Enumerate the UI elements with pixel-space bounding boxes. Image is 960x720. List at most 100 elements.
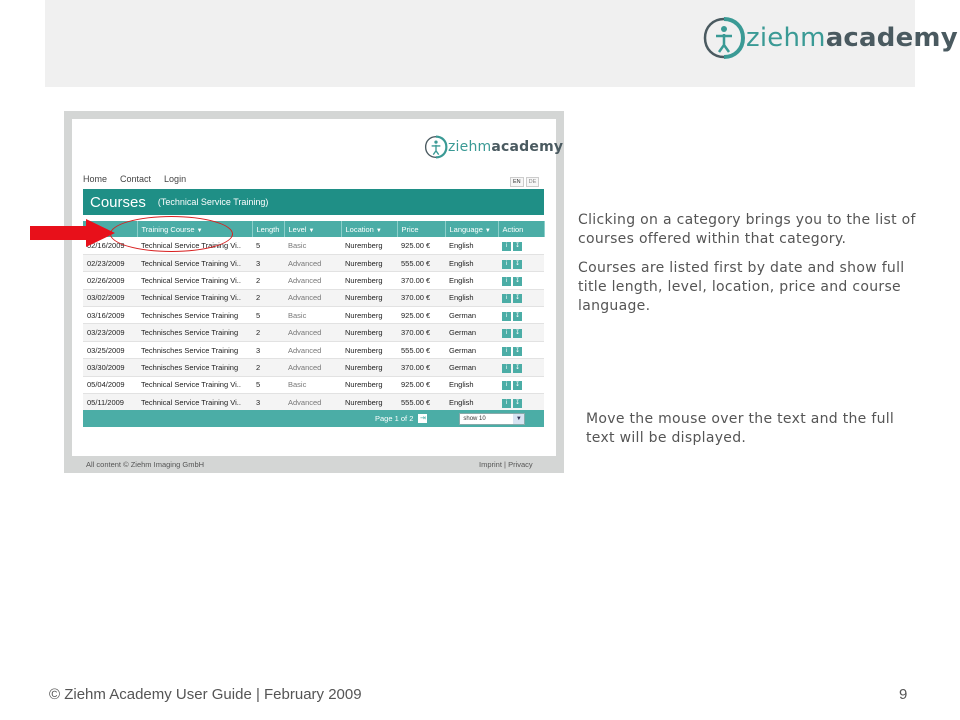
cell-price: 370.00 € [397, 289, 445, 308]
courses-subtitle: (Technical Service Training) [157, 197, 269, 207]
cell-course[interactable]: Technical Service Training Vi.. [137, 376, 252, 395]
ziehm-logo-icon [424, 135, 448, 159]
table-row: 05/04/2009 Technical Service Training Vi.… [83, 376, 544, 395]
col-language[interactable]: Language ▼ [445, 221, 499, 237]
info-icon[interactable]: i [502, 294, 511, 304]
cell-location: Nuremberg [341, 254, 397, 273]
enroll-icon[interactable]: ↧ [513, 241, 522, 251]
cell-language: German [445, 306, 498, 325]
info-icon[interactable]: i [502, 241, 511, 251]
col-action: Action [498, 221, 545, 237]
brand-word-1: ziehm [746, 23, 826, 53]
cell-price: 555.00 € [397, 254, 445, 273]
courses-title: Courses [90, 193, 146, 211]
sort-caret-icon: ▼ [308, 227, 315, 234]
info-icon[interactable]: i [502, 259, 511, 269]
chevron-down-icon: ▼ [513, 413, 525, 424]
col-location[interactable]: Location ▼ [341, 221, 398, 237]
website-page: ziehm academy Home Contact Login EN DE Co… [72, 119, 563, 459]
cell-language: English [445, 237, 498, 255]
cell-date: 03/30/2009 [83, 358, 137, 377]
cell-price: 370.00 € [397, 323, 445, 342]
cell-location: Nuremberg [341, 271, 397, 290]
table-row: 02/26/2009 Technical Service Training Vi.… [83, 271, 544, 290]
language-switch: EN DE [510, 177, 540, 187]
slide-footer: © Ziehm Academy User Guide | February 20… [49, 686, 362, 703]
red-arrow-icon [30, 219, 115, 247]
info-icon[interactable]: i [502, 346, 511, 356]
enroll-icon[interactable]: ↧ [513, 363, 522, 373]
brand-word-2: academy [491, 139, 564, 155]
privacy-link[interactable]: Privacy [508, 460, 533, 469]
nav-home-link[interactable]: Home [83, 174, 107, 184]
cell-course[interactable]: Technisches Service Training [137, 323, 252, 342]
cell-date: 05/04/2009 [83, 376, 137, 395]
enroll-icon[interactable]: ↧ [513, 381, 522, 391]
courses-title-bar: Courses (Technical Service Training) [83, 189, 544, 215]
ziehm-academy-logo: ziehm academy [702, 16, 958, 60]
enroll-icon[interactable]: ↧ [513, 276, 522, 286]
cell-length: 2 [252, 271, 284, 290]
cell-length: 3 [252, 254, 284, 273]
lang-en-button[interactable]: EN [510, 177, 524, 187]
page-size-select[interactable]: show 10 ▼ [459, 412, 526, 425]
cell-action: i ↧ [498, 376, 544, 395]
cell-level: Basic [284, 237, 341, 255]
table-row: 03/30/2009 Technisches Service Training 2 A… [83, 358, 544, 377]
highlight-ellipse [110, 216, 233, 252]
col-length[interactable]: Length [252, 221, 285, 237]
cell-language: English [445, 376, 498, 395]
cell-location: Nuremberg [341, 376, 397, 395]
cell-price: 925.00 € [397, 306, 445, 325]
cell-language: German [445, 341, 498, 360]
imprint-link[interactable]: Imprint [479, 460, 502, 469]
col-level[interactable]: Level ▼ [284, 221, 342, 237]
cell-date: 02/23/2009 [83, 254, 137, 273]
cell-course[interactable]: Technisches Service Training [137, 306, 252, 325]
cell-course[interactable]: Technical Service Training Vi.. [137, 289, 252, 308]
cell-course[interactable]: Technical Service Training Vi.. [137, 254, 252, 273]
footer-links: Imprint | Privacy [479, 460, 533, 469]
cell-location: Nuremberg [341, 306, 397, 325]
cell-level: Advanced [284, 393, 341, 412]
info-icon[interactable]: i [502, 363, 511, 373]
table-row: 03/25/2009 Technisches Service Training 3 A… [83, 341, 544, 360]
info-icon[interactable]: i [502, 276, 511, 286]
site-logo[interactable]: ziehm academy [424, 135, 563, 159]
top-nav: Home Contact Login [83, 174, 186, 184]
cell-action: i ↧ [498, 358, 544, 377]
enroll-icon[interactable]: ↧ [513, 259, 522, 269]
enroll-icon[interactable]: ↧ [513, 346, 522, 356]
cell-course[interactable]: Technisches Service Training [137, 341, 252, 360]
enroll-icon[interactable]: ↧ [513, 311, 522, 321]
nav-login-link[interactable]: Login [164, 174, 186, 184]
next-page-icon[interactable]: ⇥ [418, 414, 428, 423]
info-icon[interactable]: i [502, 381, 511, 391]
cell-length: 2 [252, 289, 284, 308]
cell-length: 3 [252, 341, 284, 360]
page-size-value: show 10 [463, 415, 486, 422]
table-row: 03/23/2009 Technisches Service Training 2 A… [83, 323, 544, 342]
col-price[interactable]: Price [397, 221, 446, 237]
cell-course[interactable]: Technisches Service Training [137, 358, 252, 377]
cell-date: 03/16/2009 [83, 306, 137, 325]
cell-language: English [445, 254, 498, 273]
table-row: 05/11/2009 Technical Service Training Vi.… [83, 393, 544, 412]
info-icon[interactable]: i [502, 398, 511, 408]
nav-contact-link[interactable]: Contact [120, 174, 151, 184]
cell-length: 5 [252, 376, 284, 395]
cell-level: Advanced [284, 254, 341, 273]
cell-course[interactable]: Technical Service Training Vi.. [137, 271, 252, 290]
info-icon[interactable]: i [502, 329, 511, 339]
cell-date: 05/11/2009 [83, 393, 137, 412]
cell-date: 02/26/2009 [83, 271, 137, 290]
enroll-icon[interactable]: ↧ [513, 294, 522, 304]
cell-language: English [445, 289, 498, 308]
cell-location: Nuremberg [341, 289, 397, 308]
cell-action: i ↧ [498, 323, 544, 342]
info-icon[interactable]: i [502, 311, 511, 321]
lang-de-button[interactable]: DE [525, 177, 540, 187]
enroll-icon[interactable]: ↧ [513, 398, 522, 408]
enroll-icon[interactable]: ↧ [513, 329, 522, 339]
cell-course[interactable]: Technical Service Training Vi.. [137, 393, 252, 412]
